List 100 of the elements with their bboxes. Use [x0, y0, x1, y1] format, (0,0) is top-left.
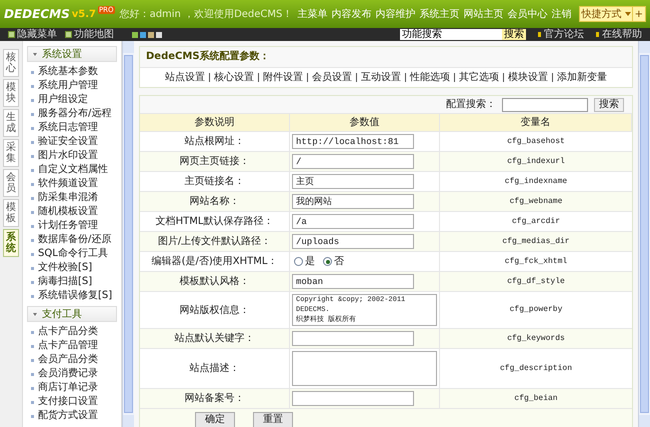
- settings-tab-link[interactable]: 站点设置: [165, 70, 205, 85]
- settings-tab-link[interactable]: 添加新变量: [557, 70, 607, 85]
- bullet-icon: [31, 196, 34, 200]
- variable-name: cfg_arcdir: [510, 216, 561, 228]
- form-button[interactable]: 重置: [253, 412, 293, 427]
- form-button[interactable]: 确定: [195, 412, 235, 427]
- toolbar-link[interactable]: 在线帮助: [596, 28, 642, 40]
- variable-name: cfg_beian: [513, 392, 559, 404]
- bullet-icon: [31, 330, 34, 334]
- site-map-link[interactable]: 功能地图: [65, 28, 114, 40]
- settings-tab-link[interactable]: 模块设置: [508, 70, 548, 85]
- value-field[interactable]: moban: [292, 274, 414, 289]
- config-search-label: 配置搜索：: [446, 98, 496, 112]
- menu-section-header[interactable]: 系统设置: [27, 46, 117, 62]
- menu-item[interactable]: 计划任务管理: [31, 219, 117, 233]
- bullet-icon: [31, 224, 34, 228]
- menu-item[interactable]: 系统用户管理: [31, 79, 117, 93]
- greeting-text: 您好：admin ，欢迎使用DedeCMS！: [120, 8, 292, 22]
- menu-item[interactable]: 数据库备份/还原: [31, 233, 117, 247]
- value-field[interactable]: [292, 331, 414, 346]
- bullet-icon: [31, 400, 34, 404]
- side-tab[interactable]: 模板: [3, 199, 19, 227]
- side-tab[interactable]: 模块: [3, 79, 19, 107]
- scrollbar[interactable]: [122, 41, 134, 427]
- value-field[interactable]: /: [292, 154, 414, 169]
- radio-option[interactable]: 否: [323, 254, 344, 269]
- settings-tab-link[interactable]: 性能选项: [410, 70, 450, 85]
- menu-item[interactable]: 系统错误修复[S]: [31, 289, 117, 303]
- theme-swatch[interactable]: [140, 32, 146, 38]
- menu-item[interactable]: 系统基本参数: [31, 65, 117, 79]
- bullet-icon: [31, 210, 34, 214]
- panel-title: DedeCMS系统配置参数：: [140, 47, 632, 67]
- bullet-icon: [31, 238, 34, 242]
- menu-item[interactable]: 软件频道设置: [31, 177, 117, 191]
- radio-option[interactable]: 是: [294, 254, 315, 269]
- menu-item[interactable]: 验证安全设置: [31, 135, 117, 149]
- settings-tab-link[interactable]: 互动设置: [361, 70, 401, 85]
- bullet-icon: [31, 344, 34, 348]
- config-search-field[interactable]: [502, 98, 588, 112]
- bullet-icon: [31, 372, 34, 376]
- menu-item[interactable]: 配货方式设置: [31, 409, 117, 423]
- theme-swatch[interactable]: [132, 32, 138, 38]
- menu-item[interactable]: 图片水印设置: [31, 149, 117, 163]
- bullet-icon: [31, 70, 34, 74]
- bullet-icon: [31, 386, 34, 390]
- settings-tab-link[interactable]: 会员设置: [312, 70, 352, 85]
- value-field[interactable]: [292, 391, 414, 406]
- side-tab[interactable]: 系统: [3, 229, 19, 257]
- side-tab[interactable]: 会员: [3, 169, 19, 197]
- variable-name: cfg_webname: [508, 196, 564, 208]
- bullet-icon: [31, 154, 34, 158]
- menu-item[interactable]: 商店订单记录: [31, 381, 117, 395]
- bullet-icon: [31, 414, 34, 418]
- value-field[interactable]: http://localhost:81: [292, 134, 414, 149]
- menu-item[interactable]: 服务器分布/远程: [31, 107, 117, 121]
- menu-item[interactable]: 支付接口设置: [31, 395, 117, 409]
- menu-item[interactable]: SQL命令行工具: [31, 247, 117, 261]
- menu-item[interactable]: 系统日志管理: [31, 121, 117, 135]
- search-button[interactable]: 搜索: [502, 29, 526, 40]
- menu-item[interactable]: 自定义文档属性: [31, 163, 117, 177]
- bullet-icon: [596, 32, 599, 37]
- menu-item[interactable]: 点卡产品分类: [31, 325, 117, 339]
- bullet-icon: [31, 266, 34, 270]
- value-field[interactable]: 主页: [292, 174, 414, 189]
- scrollbar[interactable]: [638, 41, 650, 427]
- menu-item[interactable]: 点卡产品管理: [31, 339, 117, 353]
- menu-item[interactable]: 文件校验[S]: [31, 261, 117, 275]
- bullet-icon: [31, 84, 34, 88]
- variable-name: cfg_description: [498, 362, 573, 374]
- menu-section-header[interactable]: 支付工具: [27, 306, 117, 322]
- variable-name: cfg_medias_dir: [501, 236, 571, 248]
- value-textarea[interactable]: [292, 351, 437, 386]
- side-tab[interactable]: 生成: [3, 109, 19, 137]
- menu-item[interactable]: 随机模板设置: [31, 205, 117, 219]
- menu-item[interactable]: 会员产品分类: [31, 353, 117, 367]
- toolbar-link[interactable]: 官方论坛: [538, 28, 584, 40]
- search-field[interactable]: 功能搜索: [400, 29, 502, 40]
- variable-name: cfg_indexname: [504, 176, 568, 188]
- menu-item[interactable]: 防采集串混淆: [31, 191, 117, 205]
- variable-name: cfg_df_style: [506, 276, 566, 288]
- menu-item[interactable]: 用户组设定: [31, 93, 117, 107]
- shortcut-menu[interactable]: 快捷方式 +: [578, 6, 646, 22]
- hide-menu-link[interactable]: 隐藏菜单: [8, 28, 57, 40]
- value-field[interactable]: /uploads: [292, 234, 414, 249]
- menu-item[interactable]: 会员消费记录: [31, 367, 117, 381]
- theme-swatch[interactable]: [148, 32, 154, 38]
- bullet-icon: [31, 98, 34, 102]
- side-tab[interactable]: 采集: [3, 139, 19, 167]
- settings-tab-link[interactable]: 核心设置: [214, 70, 254, 85]
- config-search-button[interactable]: 搜索: [594, 98, 624, 112]
- bullet-icon: [31, 182, 34, 186]
- side-tab[interactable]: 核心: [3, 49, 19, 77]
- value-field[interactable]: /a: [292, 214, 414, 229]
- value-field[interactable]: 我的网站: [292, 194, 414, 209]
- settings-tab-link[interactable]: 附件设置: [263, 70, 303, 85]
- bullet-icon: [31, 280, 34, 284]
- add-button[interactable]: +: [632, 6, 645, 22]
- theme-swatch[interactable]: [156, 32, 162, 38]
- menu-item[interactable]: 病毒扫描[S]: [31, 275, 117, 289]
- settings-tab-link[interactable]: 其它选项: [459, 70, 499, 85]
